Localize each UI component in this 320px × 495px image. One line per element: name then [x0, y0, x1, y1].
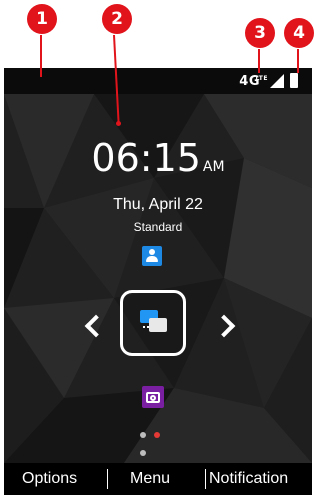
network-indicator: 4G LTE — [239, 74, 267, 89]
clock-time: 06:15 — [91, 136, 201, 180]
notification-softkey[interactable]: Notification — [209, 470, 288, 488]
callout-3-leader — [258, 49, 260, 73]
softkey-divider — [205, 469, 206, 489]
messages-bubble-secondary — [149, 318, 167, 332]
home-screen: 4G LTE 06:15 AM Thu, April 22 Standard — [4, 68, 312, 463]
callout-3: 3 — [245, 18, 275, 48]
softkey-divider — [107, 469, 108, 489]
battery-icon — [290, 73, 298, 88]
softkey-bar: Options Menu Notification — [4, 463, 312, 495]
signal-icon — [270, 74, 284, 88]
callout-1-leader — [40, 35, 42, 77]
date-label: Thu, April 22 — [113, 196, 203, 213]
clock: 06:15 AM — [4, 138, 312, 187]
callout-1: 1 — [27, 4, 57, 34]
callout-4-leader — [297, 49, 299, 73]
contacts-icon-head — [149, 249, 155, 255]
camera-lens — [150, 395, 156, 401]
clock-ampm: AM — [202, 159, 225, 175]
contacts-icon-body — [146, 256, 158, 262]
callout-2-leader-dot — [116, 121, 121, 126]
callout-2: 2 — [102, 4, 132, 34]
profile-label: Standard — [133, 220, 183, 234]
status-bar: 4G LTE — [4, 68, 312, 94]
options-softkey[interactable]: Options — [22, 470, 77, 488]
menu-softkey[interactable]: Menu — [130, 470, 170, 488]
phone-screen: 4G LTE 06:15 AM Thu, April 22 Standard — [4, 68, 312, 463]
messages-icon[interactable] — [140, 310, 168, 338]
page-dot — [140, 432, 146, 438]
callout-4: 4 — [284, 18, 314, 48]
page-indicator — [140, 425, 176, 456]
camera-icon[interactable] — [142, 386, 164, 408]
network-sub-label: LTE — [255, 75, 268, 82]
page-dot — [140, 450, 146, 456]
contacts-icon[interactable] — [142, 246, 162, 266]
app-focus-box[interactable] — [120, 290, 186, 356]
